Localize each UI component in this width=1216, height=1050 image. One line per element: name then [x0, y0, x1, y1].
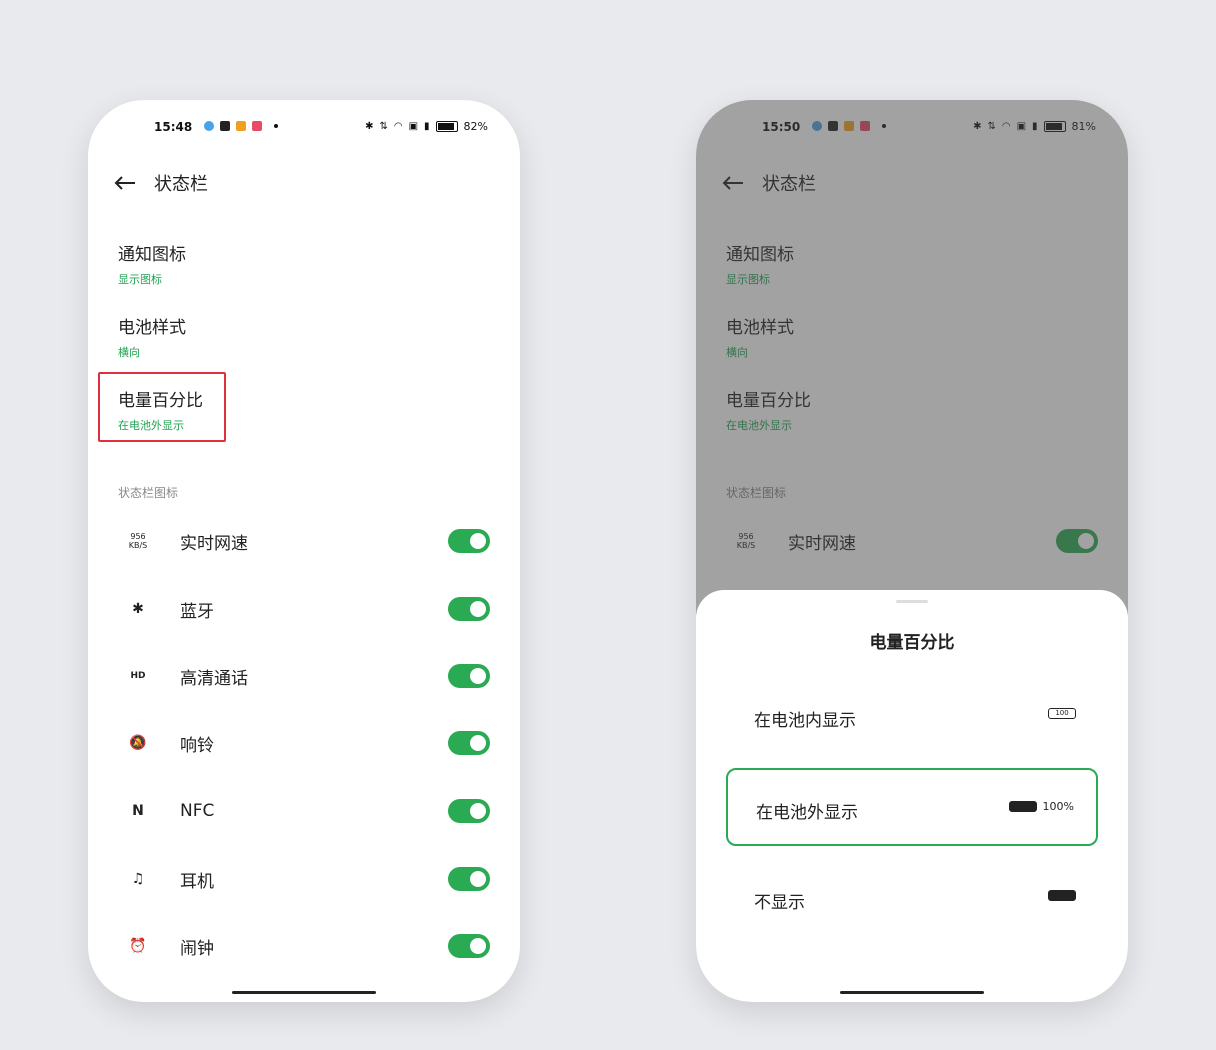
setting-title: 电池样式 — [118, 318, 186, 338]
hd-icon: ▣ — [408, 121, 419, 132]
option-outside-battery[interactable]: 在电池外显示 100% — [726, 768, 1098, 846]
toggle-switch[interactable] — [448, 529, 490, 553]
page-title: 状态栏 — [154, 174, 208, 195]
home-indicator[interactable] — [232, 991, 376, 994]
battery-preview: 100 — [1048, 708, 1076, 719]
toggle-label: NFC — [180, 801, 215, 821]
more-dot-icon — [274, 124, 278, 128]
option-label: 在电池内显示 — [754, 711, 856, 731]
highlight-annotation — [98, 372, 226, 442]
bluetooth-icon: ✱ — [365, 121, 374, 132]
toggle-switch[interactable] — [448, 934, 490, 958]
signal-icon: ▮ — [424, 121, 430, 132]
battery-preview — [1048, 890, 1076, 901]
toggle-switch[interactable] — [448, 867, 490, 891]
toggle-switch[interactable] — [448, 799, 490, 823]
toggle-row-hd-call: HD 高清通话 — [88, 656, 520, 696]
toggle-knob — [470, 601, 486, 617]
app-notification-icon — [252, 121, 262, 131]
status-bar: 15:48 ✱ ⇅ ◠ ▣ ▮ 82% — [88, 118, 520, 138]
wifi-icon: ◠ — [393, 121, 403, 132]
battery-preview-icon: 100 — [1048, 708, 1076, 719]
network-speed-icon: ⇅ — [379, 121, 388, 132]
toggle-row-bluetooth: ✱ 蓝牙 — [88, 589, 520, 629]
toggle-knob — [470, 735, 486, 751]
app-notification-icon — [236, 121, 246, 131]
bottom-sheet: 电量百分比 在电池内显示 100 在电池外显示 100% 不显示 — [696, 590, 1128, 1002]
option-hide[interactable]: 不显示 — [726, 860, 1098, 938]
phone-screen-left: 15:48 ✱ ⇅ ◠ ▣ ▮ 82% 状态栏 通知图标 显示图标 电池样式 横… — [88, 100, 520, 1002]
setting-notification-icons[interactable]: 通知图标 显示图标 — [118, 240, 186, 287]
battery-preview: 100% — [1008, 800, 1074, 813]
toggle-row-alarm: ⏰ 闹钟 — [88, 926, 520, 966]
bluetooth-icon: ✱ — [132, 601, 144, 617]
toggle-row-network-speed: 956 KB/S 实时网速 — [88, 521, 520, 561]
status-right-icons: ✱ ⇅ ◠ ▣ ▮ 82% — [365, 120, 488, 133]
toggle-knob — [470, 938, 486, 954]
toggle-label: 闹钟 — [180, 938, 214, 959]
toggle-label: 响铃 — [180, 735, 214, 756]
toggle-knob — [470, 803, 486, 819]
toggle-row-nfc: N NFC — [88, 791, 520, 831]
app-notification-icon — [204, 121, 214, 131]
notification-icons — [204, 121, 278, 131]
toggle-label: 耳机 — [180, 871, 214, 892]
toggle-switch[interactable] — [448, 597, 490, 621]
toggle-row-ringer: 🔕 响铃 — [88, 723, 520, 763]
home-indicator[interactable] — [840, 991, 984, 994]
toggle-switch[interactable] — [448, 664, 490, 688]
toggle-label: 蓝牙 — [180, 601, 214, 622]
toggle-knob — [470, 533, 486, 549]
toggle-label: 高清通话 — [180, 668, 248, 689]
setting-title: 通知图标 — [118, 245, 186, 265]
headphones-icon: ♫ — [131, 871, 145, 887]
option-label: 在电池外显示 — [756, 803, 858, 823]
setting-value: 显示图标 — [118, 273, 162, 286]
toggle-label: 实时网速 — [180, 533, 248, 554]
network-speed-icon: 956 KB/S — [128, 532, 148, 550]
page-header: 状态栏 — [114, 170, 208, 196]
battery-preview-icon — [1048, 890, 1076, 901]
status-time: 15:48 — [154, 120, 193, 134]
toggle-row-headphones: ♫ 耳机 — [88, 859, 520, 899]
hd-call-icon: HD — [130, 671, 146, 681]
setting-battery-style[interactable]: 电池样式 横向 — [118, 313, 186, 360]
alarm-icon: ⏰ — [129, 938, 147, 954]
option-inside-battery[interactable]: 在电池内显示 100 — [726, 678, 1098, 756]
battery-icon — [435, 121, 458, 132]
battery-percent: 82% — [463, 120, 488, 133]
nfc-icon: N — [132, 803, 144, 819]
back-arrow-icon[interactable] — [114, 175, 136, 191]
sheet-title: 电量百分比 — [869, 633, 955, 653]
option-label: 不显示 — [754, 893, 805, 913]
phone-screen-right: 15:50 ✱ ⇅ ◠ ▣ ▮ 81% 状态栏 通知图标 显示图标 电池样式 横… — [696, 100, 1128, 1002]
battery-preview-percent: 100% — [1042, 800, 1074, 813]
battery-preview-icon — [1008, 801, 1037, 812]
setting-value: 横向 — [118, 346, 140, 359]
app-notification-icon — [220, 121, 230, 131]
toggle-knob — [470, 871, 486, 887]
toggle-switch[interactable] — [448, 731, 490, 755]
toggle-knob — [470, 668, 486, 684]
ringer-off-icon: 🔕 — [129, 735, 147, 751]
section-title: 状态栏图标 — [118, 486, 179, 500]
sheet-drag-handle[interactable] — [896, 600, 928, 603]
